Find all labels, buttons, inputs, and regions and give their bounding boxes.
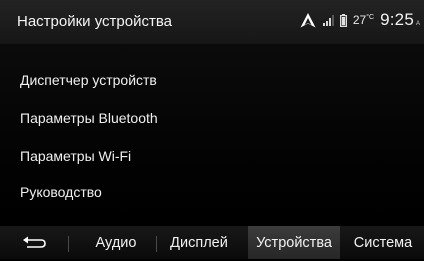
- status-area: 27°C 9:25 A: [300, 9, 420, 31]
- menu-item-label: Параметры Bluetooth: [20, 110, 158, 126]
- temperature-readout: 27°C: [353, 13, 374, 27]
- header-bar: Настройки устройства 27°C 9:25 A: [0, 0, 424, 44]
- tab-label: Дисплей: [170, 235, 228, 251]
- tab-label: Аудио: [95, 235, 137, 251]
- tab-label: Устройства: [256, 235, 332, 251]
- android-auto-icon: [300, 12, 316, 27]
- clock-ampm: A: [415, 21, 420, 27]
- menu-item-guide[interactable]: Руководство: [0, 174, 424, 210]
- menu-item-label: Параметры Wi-Fi: [20, 148, 132, 164]
- tab-devices[interactable]: Устройства: [248, 226, 340, 259]
- bottom-tab-bar: Аудио Дисплей Устройства Система: [0, 226, 424, 259]
- tab-display[interactable]: Дисплей: [158, 226, 240, 259]
- settings-menu-list: Диспетчер устройств Параметры Bluetooth …: [0, 44, 424, 224]
- temperature-unit: °C: [366, 14, 375, 21]
- tab-audio[interactable]: Аудио: [80, 226, 152, 259]
- temperature-value: 27: [352, 13, 367, 27]
- tab-system[interactable]: Система: [342, 226, 424, 259]
- menu-item-bluetooth-settings[interactable]: Параметры Bluetooth: [0, 100, 424, 136]
- back-button[interactable]: [20, 234, 50, 252]
- battery-icon: [339, 13, 347, 27]
- tab-label: Система: [353, 235, 413, 251]
- menu-item-wifi-settings[interactable]: Параметры Wi-Fi: [0, 138, 424, 174]
- device-settings-screen: Настройки устройства 27°C 9:25 A Диспетч…: [0, 0, 424, 259]
- signal-strength-icon: [322, 15, 334, 26]
- page-title: Настройки устройства: [17, 13, 172, 30]
- menu-item-label: Диспетчер устройств: [20, 72, 157, 88]
- menu-item-device-manager[interactable]: Диспетчер устройств: [0, 62, 424, 98]
- clock-time: 9:25: [380, 10, 414, 29]
- back-arrow-icon: [23, 236, 46, 248]
- menu-item-label: Руководство: [20, 184, 102, 200]
- tab-separator: [68, 236, 69, 252]
- tab-separator: [156, 236, 157, 252]
